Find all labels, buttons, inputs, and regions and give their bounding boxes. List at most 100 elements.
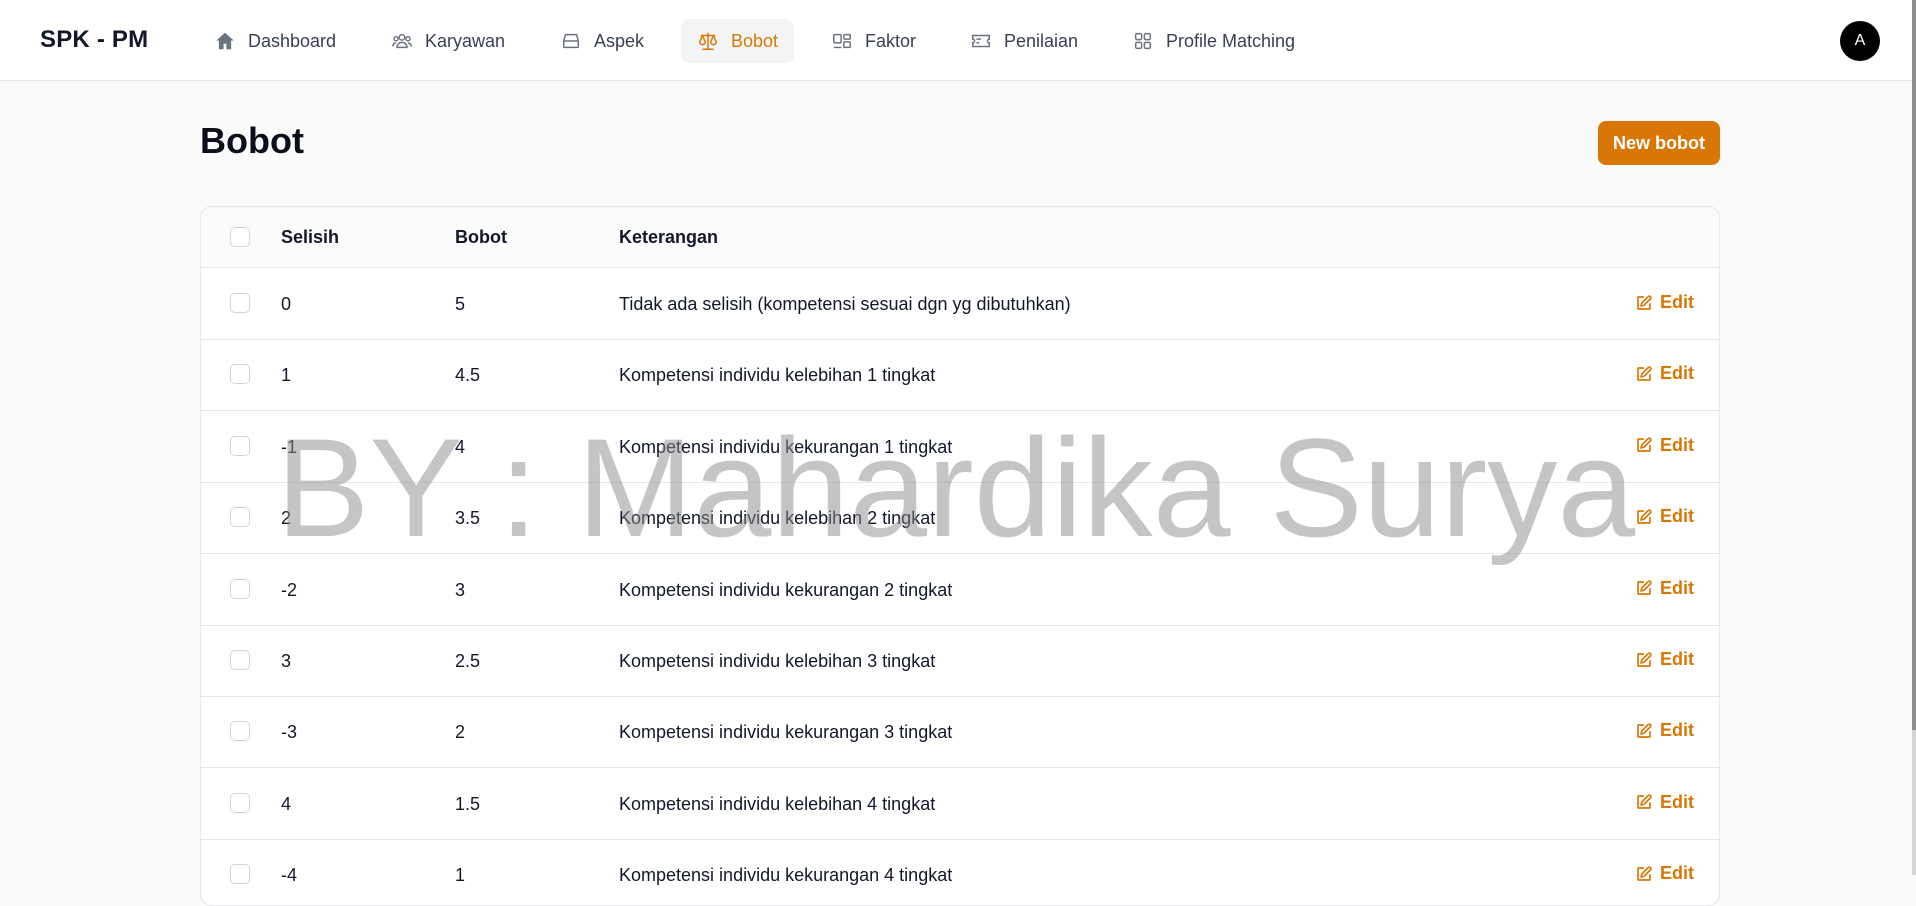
column-header-bobot[interactable]: Bobot — [455, 227, 507, 248]
edit-label: Edit — [1660, 720, 1694, 741]
cell-bobot: 2 — [455, 722, 466, 743]
new-bobot-button[interactable]: New bobot — [1598, 121, 1720, 165]
row-checkbox[interactable] — [230, 293, 250, 313]
row-checkbox[interactable] — [230, 507, 250, 528]
cell-bobot: 4.5 — [455, 365, 481, 386]
cell-keterangan: Kompetensi individu kekurangan 4 tingkat — [619, 865, 953, 886]
cell-keterangan: Kompetensi individu kekurangan 3 tingkat — [619, 722, 953, 743]
table-row[interactable]: 4 1.5 Kompetensi individu kelebihan 4 ting… — [201, 768, 1719, 840]
edit-link[interactable]: Edit — [1635, 863, 1694, 884]
cell-selisih: -2 — [281, 579, 298, 600]
nav-label: Dashboard — [248, 30, 337, 51]
nav-item-dashboard[interactable]: Dashboard — [198, 19, 352, 63]
table-row[interactable]: -1 4 Kompetensi individu kekurangan 1 ting… — [201, 411, 1719, 483]
nav-item-faktor[interactable]: Faktor — [815, 19, 932, 63]
nav-label: Aspek — [594, 30, 645, 51]
nav-label: Bobot — [731, 30, 779, 51]
cell-keterangan: Kompetensi individu kekurangan 2 tingkat — [619, 579, 953, 600]
pencil-square-icon — [1637, 366, 1652, 381]
cell-bobot: 5 — [455, 294, 466, 314]
row-checkbox[interactable] — [230, 435, 250, 456]
table-row[interactable]: -2 3 Kompetensi individu kekurangan 2 ting… — [201, 554, 1719, 626]
nav-item-penilaian[interactable]: Penilaian — [954, 19, 1094, 63]
edit-label: Edit — [1660, 434, 1694, 455]
table-row[interactable]: 3 2.5 Kompetensi individu kelebihan 3 ting… — [201, 625, 1719, 697]
nav-item-bobot[interactable]: Bobot — [681, 19, 795, 63]
inbox-stack-icon — [562, 33, 580, 49]
cell-bobot: 1.5 — [455, 793, 481, 814]
cell-bobot: 1 — [455, 865, 466, 886]
pencil-square-icon — [1637, 866, 1652, 881]
pencil-square-icon — [1637, 580, 1652, 595]
cell-selisih: 0 — [281, 294, 292, 314]
nav-item-aspek[interactable]: Aspek — [544, 19, 660, 63]
row-checkbox[interactable] — [230, 864, 250, 885]
nav-item-profile-matching[interactable]: Profile Matching — [1116, 19, 1311, 63]
top-navbar: SPK - PM Dashboard Karyawan Aspek Bobot … — [0, 0, 1916, 81]
cell-selisih: 2 — [281, 508, 292, 529]
table-row[interactable]: -3 2 Kompetensi individu kekurangan 3 ting… — [201, 696, 1719, 769]
edit-link[interactable]: Edit — [1635, 649, 1694, 670]
table-header: Selisih Bobot Keterangan — [201, 207, 1719, 268]
cell-selisih: -4 — [281, 865, 298, 886]
edit-label: Edit — [1660, 863, 1694, 884]
edit-link[interactable]: Edit — [1635, 363, 1694, 384]
table-row[interactable]: 1 4.5 Kompetensi individu kelebihan 1 ting… — [201, 339, 1719, 412]
table-row[interactable]: -4 1 Kompetensi individu kekurangan 4 ting… — [201, 839, 1719, 905]
cell-selisih: 1 — [281, 365, 292, 386]
edit-link[interactable]: Edit — [1635, 435, 1694, 456]
cell-bobot: 3 — [455, 579, 466, 600]
edit-label: Edit — [1660, 791, 1694, 812]
row-checkbox[interactable] — [230, 578, 250, 599]
scrollbar-thumb[interactable] — [1912, 0, 1916, 730]
cell-selisih: 4 — [281, 793, 292, 814]
edit-link[interactable]: Edit — [1635, 792, 1694, 813]
cell-selisih: -1 — [281, 436, 298, 457]
squares-grid-icon — [1134, 32, 1152, 50]
cell-keterangan: Kompetensi individu kelebihan 3 tingkat — [619, 651, 936, 671]
pencil-square-icon — [1637, 651, 1652, 667]
edit-label: Edit — [1660, 577, 1694, 598]
row-checkbox[interactable] — [230, 792, 250, 813]
edit-label: Edit — [1660, 506, 1694, 527]
column-header-keterangan[interactable]: Keterangan — [619, 227, 718, 248]
nav-label: Profile Matching — [1166, 30, 1296, 51]
ticket-icon — [972, 34, 990, 48]
pencil-square-icon — [1637, 437, 1652, 453]
scale-icon — [699, 32, 717, 50]
edit-label: Edit — [1660, 649, 1694, 669]
table-row[interactable]: 0 5 Tidak ada selisih (kompetensi sesuai d… — [201, 268, 1719, 340]
nav-label: Karyawan — [425, 30, 506, 51]
cell-keterangan: Kompetensi individu kelebihan 4 tingkat — [619, 793, 936, 814]
row-checkbox[interactable] — [230, 650, 250, 670]
nav-label: Penilaian — [1004, 30, 1079, 51]
edit-label: Edit — [1660, 363, 1694, 384]
brand-logo[interactable]: SPK - PM — [40, 26, 148, 54]
edit-link[interactable]: Edit — [1635, 292, 1694, 313]
row-checkbox[interactable] — [230, 364, 250, 385]
cell-bobot: 4 — [455, 436, 466, 457]
cell-bobot: 3.5 — [455, 508, 481, 529]
users-icon — [392, 33, 412, 49]
cell-keterangan: Kompetensi individu kelebihan 1 tingkat — [619, 365, 936, 386]
select-all-checkbox[interactable] — [230, 227, 250, 247]
nav-item-karyawan[interactable]: Karyawan — [375, 19, 521, 63]
table-row[interactable]: 2 3.5 Kompetensi individu kelebihan 2 ting… — [201, 482, 1719, 555]
row-checkbox[interactable] — [230, 721, 250, 742]
cell-keterangan: Kompetensi individu kekurangan 1 tingkat — [619, 436, 953, 457]
pencil-square-icon — [1637, 794, 1652, 810]
edit-link[interactable]: Edit — [1635, 720, 1694, 741]
edit-link[interactable]: Edit — [1635, 506, 1694, 527]
pencil-square-icon — [1637, 509, 1652, 524]
cell-keterangan: Kompetensi individu kelebihan 2 tingkat — [619, 508, 936, 529]
edit-link[interactable]: Edit — [1635, 578, 1694, 599]
cell-bobot: 2.5 — [455, 651, 481, 671]
user-avatar[interactable]: A — [1840, 21, 1880, 61]
column-header-selisih[interactable]: Selisih — [281, 227, 339, 248]
home-icon — [216, 32, 234, 50]
cell-selisih: -3 — [281, 722, 298, 743]
edit-label: Edit — [1660, 292, 1694, 312]
bobot-table: Selisih Bobot Keterangan 0 5 Tidak ada sel… — [200, 206, 1720, 906]
pencil-square-icon — [1637, 294, 1652, 310]
nav-label: Faktor — [865, 30, 917, 51]
